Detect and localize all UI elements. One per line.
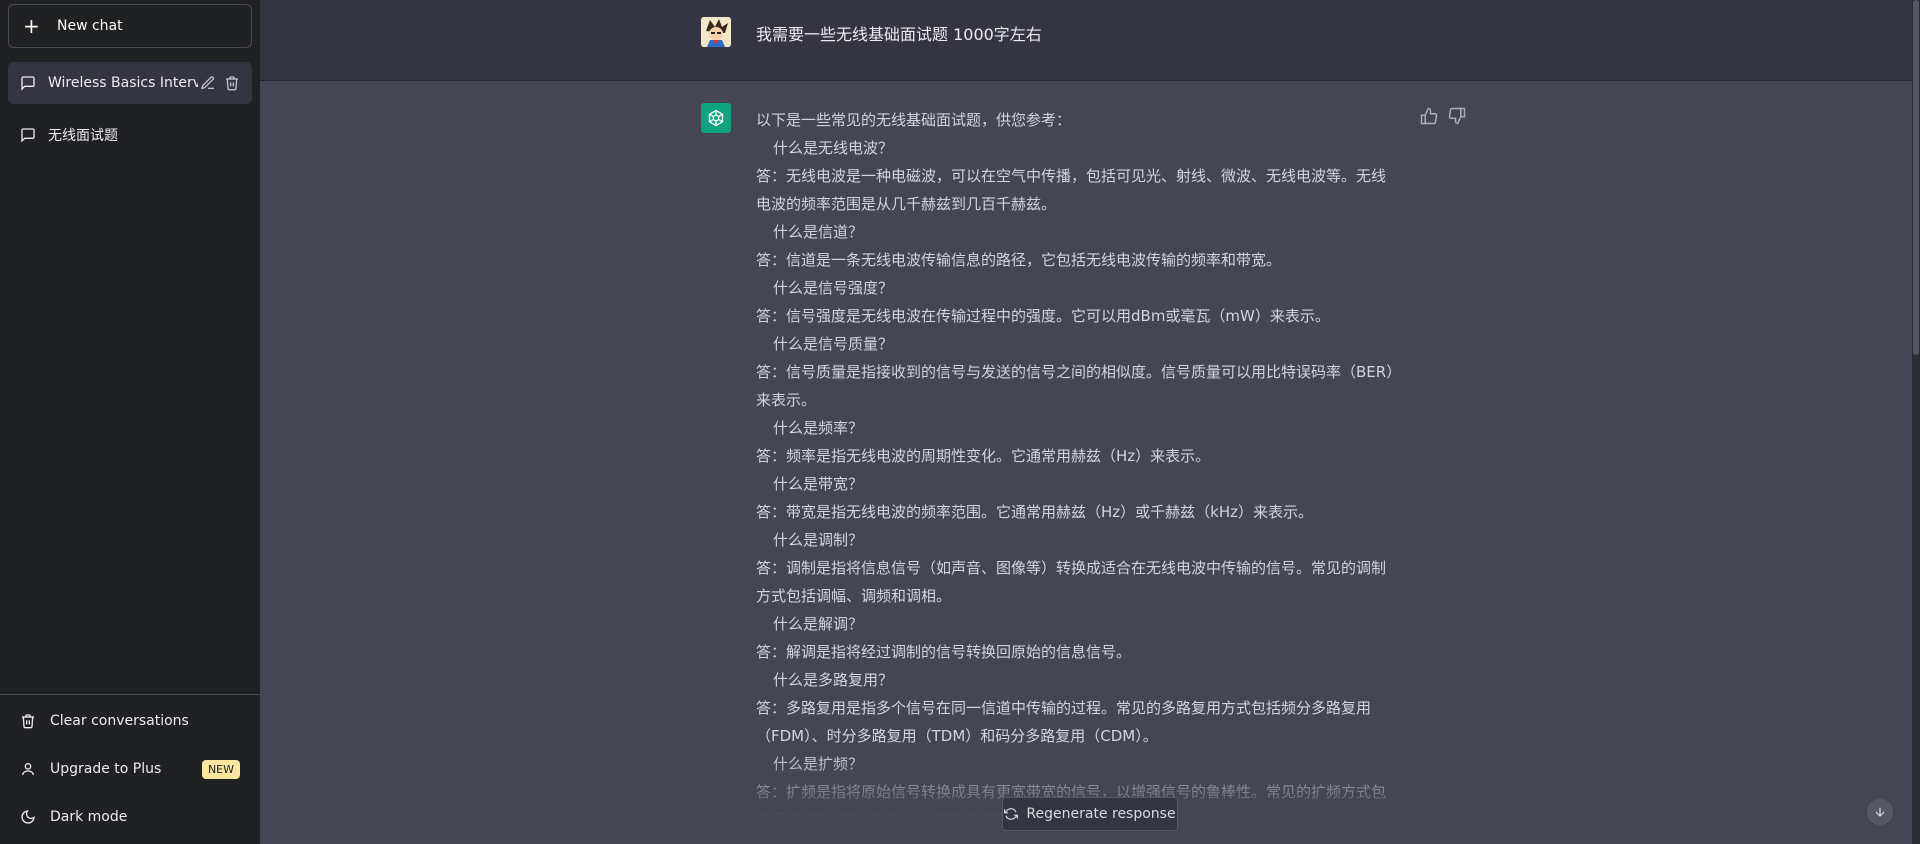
assistant-message-text: 以下是一些常见的无线基础面试题，供您参考： 什么是无线电波？ 答：无线电波是一种电磁… xyxy=(756,106,1396,834)
user-message-row: 我需要一些无线基础面试题 1000字左右 xyxy=(260,0,1912,81)
answer-paragraph: 答：信道是一条无线电波传输信息的路径，它包括无线电波传输的频率和带宽。 xyxy=(756,251,1282,269)
chat-bubble-icon xyxy=(20,127,36,143)
moon-icon xyxy=(20,809,36,825)
answer-paragraph: 答：信号强度是无线电波在传输过程中的强度。它可以用dBm或毫瓦（mW）来表示。 xyxy=(756,307,1330,325)
trash-icon[interactable] xyxy=(224,75,240,91)
scrollbar[interactable] xyxy=(1912,0,1920,844)
clear-conversations-button[interactable]: Clear conversations xyxy=(8,699,252,743)
edit-icon[interactable] xyxy=(200,75,216,91)
answer-paragraph: 答：调制是指将信息信号（如声音、图像等）转换成适合在无线电波中传输的信号。常见的… xyxy=(756,559,1387,605)
answer-paragraph: 答：信号质量是指接收到的信号与发送的信号之间的相似度。信号质量可以用比特误码率（… xyxy=(756,363,1394,409)
answer-paragraph: 以下是一些常见的无线基础面试题，供您参考： xyxy=(756,111,1072,129)
new-chat-label: New chat xyxy=(57,18,123,34)
upgrade-to-plus-button[interactable]: Upgrade to Plus NEW xyxy=(8,747,252,791)
dark-mode-label: Dark mode xyxy=(50,809,128,825)
answer-question-line: 什么是频率？ xyxy=(773,419,864,437)
answer-question-line: 什么是多路复用？ xyxy=(773,671,894,689)
scroll-to-bottom-button[interactable] xyxy=(1867,799,1893,825)
new-badge: NEW xyxy=(201,759,240,779)
plus-icon: + xyxy=(23,14,40,38)
answer-question-line: 什么是信号强度？ xyxy=(773,279,894,297)
new-chat-button[interactable]: + New chat xyxy=(8,4,252,48)
answer-question-line: 什么是无线电波？ xyxy=(773,139,894,157)
trash-icon xyxy=(20,713,36,729)
conversation-item[interactable]: 无线面试题 xyxy=(8,114,252,156)
openai-logo-icon xyxy=(701,103,731,133)
chat-main: 我需要一些无线基础面试题 1000字左右 以下是一些常见的无线基础面试题，供您参… xyxy=(260,0,1920,844)
upgrade-label: Upgrade to Plus xyxy=(50,761,162,777)
scrollbar-thumb[interactable] xyxy=(1913,0,1919,355)
answer-paragraph: 答：多路复用是指多个信号在同一信道中传输的过程。常见的多路复用方式包括频分多路复… xyxy=(756,699,1372,745)
answer-paragraph: 答：无线电波是一种电磁波，可以在空气中传播，包括可见光、射线、微波、无线电波等。… xyxy=(756,167,1387,213)
conversation-title: 无线面试题 xyxy=(48,128,118,144)
sidebar: + New chat Wireless Basics Intervie 无线面试… xyxy=(0,0,260,844)
regenerate-response-button[interactable]: Regenerate response xyxy=(1002,797,1178,831)
thumbs-up-icon[interactable] xyxy=(1420,107,1438,125)
arrow-down-icon xyxy=(1875,807,1885,817)
chat-bubble-icon xyxy=(20,75,36,91)
answer-question-line: 什么是信道？ xyxy=(773,223,864,241)
feedback-controls xyxy=(1420,107,1466,125)
answer-question-line: 什么是调制？ xyxy=(773,531,864,549)
answer-question-line: 什么是扩频？ xyxy=(773,755,864,773)
user-message-text: 我需要一些无线基础面试题 1000字左右 xyxy=(756,25,1042,44)
regenerate-label: Regenerate response xyxy=(1026,806,1176,822)
answer-question-line: 什么是解调？ xyxy=(773,615,864,633)
answer-question-line: 什么是带宽？ xyxy=(773,475,864,493)
user-icon xyxy=(20,761,36,777)
user-avatar xyxy=(701,17,731,47)
conversation-title: Wireless Basics Intervie xyxy=(48,75,198,91)
clear-conversations-label: Clear conversations xyxy=(50,713,189,729)
sidebar-bottom: Clear conversations Upgrade to Plus NEW … xyxy=(0,694,260,825)
dark-mode-button[interactable]: Dark mode xyxy=(8,795,252,839)
answer-paragraph: 答：带宽是指无线电波的频率范围。它通常用赫兹（Hz）或千赫兹（kHz）来表示。 xyxy=(756,503,1313,521)
refresh-icon xyxy=(1004,807,1019,821)
answer-question-line: 什么是信号质量？ xyxy=(773,335,894,353)
answer-paragraph: 答：解调是指将经过调制的信号转换回原始的信息信号。 xyxy=(756,643,1132,661)
assistant-message-row: 以下是一些常见的无线基础面试题，供您参考： 什么是无线电波？ 答：无线电波是一种电磁… xyxy=(260,81,1912,844)
conversation-item-active[interactable]: Wireless Basics Intervie xyxy=(8,62,252,104)
thumbs-down-icon[interactable] xyxy=(1448,107,1466,125)
answer-paragraph: 答：频率是指无线电波的周期性变化。它通常用赫兹（Hz）来表示。 xyxy=(756,447,1211,465)
